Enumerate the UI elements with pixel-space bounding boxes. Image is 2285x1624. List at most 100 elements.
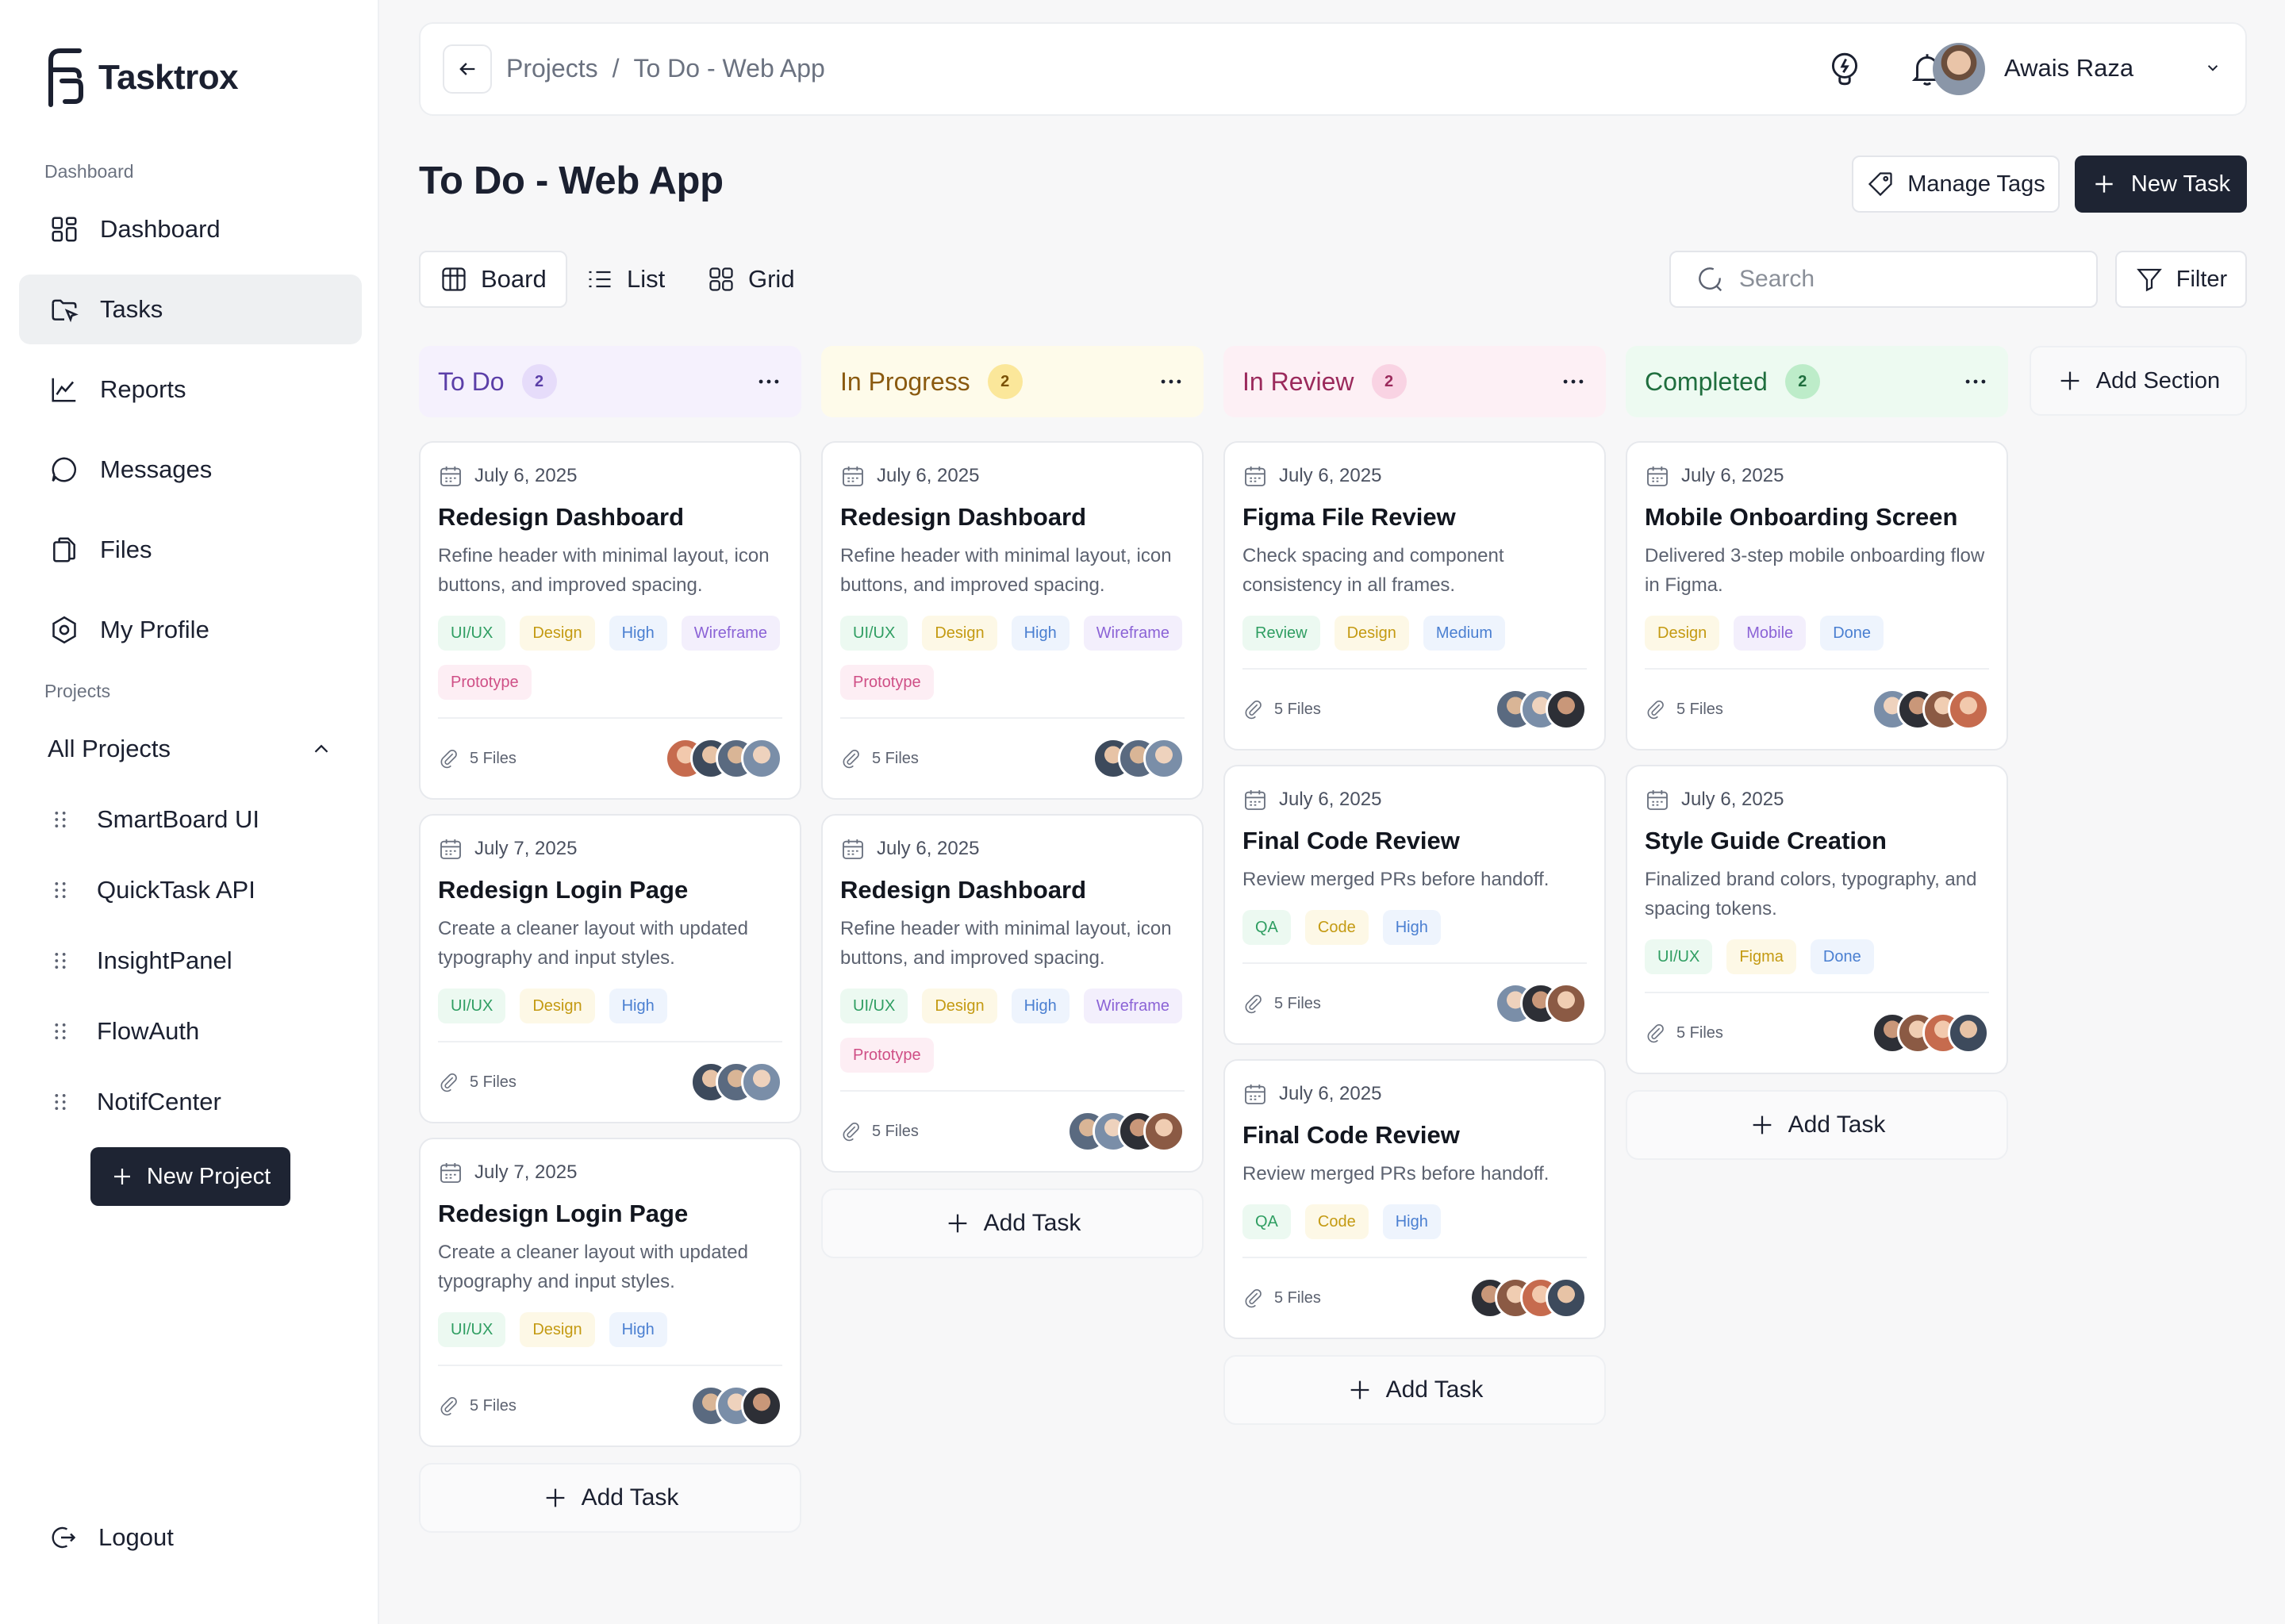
chevron-down-icon[interactable] [2202, 57, 2223, 78]
attachments[interactable]: 5 Files [438, 747, 517, 770]
search-box[interactable] [1669, 251, 2098, 308]
sidebar-item-my-profile[interactable]: My Profile [19, 595, 362, 665]
assignee-avatar[interactable] [741, 738, 782, 779]
assignee-avatar[interactable] [1546, 983, 1587, 1024]
task-card[interactable]: July 7, 2025 Redesign Login Page Create a … [419, 814, 801, 1123]
assignee-avatars[interactable] [690, 1062, 782, 1103]
card-footer: 5 Files [1242, 668, 1587, 749]
attachments[interactable]: 5 Files [1242, 1287, 1321, 1309]
tab-list[interactable]: List [566, 251, 684, 308]
project-item-quicktask-api[interactable]: QuickTask API [49, 876, 255, 904]
assignee-avatar[interactable] [741, 1062, 782, 1103]
sidebar-item-files[interactable]: Files [19, 515, 362, 585]
add-task-button[interactable]: Add Task [1223, 1355, 1606, 1425]
attachments[interactable]: 5 Files [840, 747, 919, 770]
task-card[interactable]: July 6, 2025 Redesign Dashboard Refine hea… [821, 441, 1204, 800]
attachments[interactable]: 5 Files [840, 1120, 919, 1142]
back-button[interactable] [443, 44, 492, 94]
attachments[interactable]: 5 Files [1645, 1022, 1723, 1044]
card-tags: Review Design Medium [1242, 616, 1587, 651]
lightbulb-icon[interactable] [1825, 49, 1864, 89]
calendar-icon [843, 839, 863, 859]
card-date: July 6, 2025 [1242, 463, 1587, 489]
breadcrumb-projects[interactable]: Projects [506, 54, 598, 83]
plus-icon [546, 1488, 564, 1507]
project-item-smartboard-ui[interactable]: SmartBoard UI [49, 805, 259, 834]
tag-badge: Prototype [438, 665, 532, 700]
drag-handle-icon[interactable] [49, 808, 71, 831]
attachments[interactable]: 5 Files [438, 1071, 517, 1093]
card-date: July 6, 2025 [438, 463, 782, 489]
assignee-avatars[interactable] [1495, 983, 1587, 1024]
project-item-notifcenter[interactable]: NotifCenter [49, 1088, 221, 1116]
user-avatar[interactable] [1933, 43, 1985, 95]
attachments[interactable]: 5 Files [1242, 698, 1321, 720]
more-options-icon[interactable] [1962, 368, 1989, 395]
add-section-button[interactable]: Add Section [2030, 346, 2247, 416]
new-project-label: New Project [146, 1163, 271, 1189]
assignee-avatars[interactable] [690, 1385, 782, 1426]
assignee-avatars[interactable] [1872, 689, 1989, 730]
add-task-button[interactable]: Add Task [1626, 1090, 2008, 1160]
assignee-avatars[interactable] [1093, 738, 1185, 779]
add-task-button[interactable]: Add Task [419, 1463, 801, 1533]
assignee-avatar[interactable] [1143, 738, 1185, 779]
attachments[interactable]: 5 Files [1645, 698, 1723, 720]
logout-button[interactable]: Logout [49, 1523, 174, 1552]
drag-handle-icon[interactable] [49, 1091, 71, 1113]
task-card[interactable]: July 6, 2025 Figma File Review Check spaci… [1223, 441, 1606, 751]
project-item-insightpanel[interactable]: InsightPanel [49, 946, 232, 975]
attachments[interactable]: 5 Files [1242, 992, 1321, 1015]
task-card[interactable]: July 6, 2025 Final Code Review Review merg… [1223, 765, 1606, 1045]
assignee-avatar[interactable] [1948, 1012, 1989, 1054]
assignee-avatar[interactable] [1546, 689, 1587, 730]
drag-handle-icon[interactable] [49, 1020, 71, 1042]
task-card[interactable]: July 7, 2025 Redesign Login Page Create a … [419, 1138, 801, 1447]
new-task-button[interactable]: New Task [2075, 155, 2247, 213]
assignee-avatars[interactable] [1469, 1277, 1587, 1319]
assignee-avatar[interactable] [741, 1385, 782, 1426]
assignee-avatars[interactable] [665, 738, 782, 779]
task-card[interactable]: July 6, 2025 Redesign Dashboard Refine hea… [419, 441, 801, 800]
more-options-icon[interactable] [755, 368, 782, 395]
drag-handle-icon[interactable] [49, 879, 71, 901]
assignee-avatars[interactable] [1067, 1111, 1185, 1152]
task-card[interactable]: July 6, 2025 Style Guide Creation Finalize… [1626, 765, 2008, 1074]
new-project-button[interactable]: New Project [90, 1147, 290, 1206]
breadcrumb-current: To Do - Web App [633, 54, 825, 83]
brand[interactable]: Tasktrox [44, 46, 239, 109]
tab-board[interactable]: Board [419, 251, 567, 308]
assignee-avatars[interactable] [1495, 689, 1587, 730]
sidebar-item-dashboard[interactable]: Dashboard [19, 194, 362, 264]
task-card[interactable]: July 6, 2025 Mobile Onboarding Screen Deli… [1626, 441, 2008, 751]
search-input[interactable] [1739, 266, 2056, 293]
add-task-button[interactable]: Add Task [821, 1188, 1204, 1258]
project-item-flowauth[interactable]: FlowAuth [49, 1017, 199, 1046]
attachments[interactable]: 5 Files [438, 1395, 517, 1417]
card-tags: QA Code High [1242, 910, 1587, 945]
files-count: 5 Files [1274, 994, 1321, 1012]
card-title: Style Guide Creation [1645, 827, 1887, 854]
more-options-icon[interactable] [1560, 368, 1587, 395]
sidebar-item-tasks[interactable]: Tasks [19, 275, 362, 344]
filter-button[interactable]: Filter [2115, 251, 2247, 308]
task-card[interactable]: July 6, 2025 Final Code Review Review merg… [1223, 1059, 1606, 1339]
column-in-progress: In Progress 2 July 6, 2025 Redesign Dashboa… [821, 346, 1204, 1258]
tag-badge: UI/UX [438, 616, 506, 651]
tab-grid[interactable]: Grid [688, 251, 814, 308]
assignee-avatar[interactable] [1546, 1277, 1587, 1319]
assignee-avatar[interactable] [1143, 1111, 1185, 1152]
sidebar-item-reports[interactable]: Reports [19, 355, 362, 424]
assignee-avatars[interactable] [1872, 1012, 1989, 1054]
card-title: Final Code Review [1242, 1121, 1460, 1149]
tag-badge: Done [1810, 939, 1874, 974]
drag-handle-icon[interactable] [49, 950, 71, 972]
card-description: Refine header with minimal layout, icon … [840, 545, 1172, 596]
all-projects-toggle[interactable]: All Projects [48, 735, 333, 763]
task-card[interactable]: July 6, 2025 Redesign Dashboard Refine hea… [821, 814, 1204, 1173]
user-name[interactable]: Awais Raza [2004, 54, 2133, 83]
sidebar-item-messages[interactable]: Messages [19, 435, 362, 505]
manage-tags-button[interactable]: Manage Tags [1852, 155, 2060, 213]
more-options-icon[interactable] [1158, 368, 1185, 395]
assignee-avatar[interactable] [1948, 689, 1989, 730]
